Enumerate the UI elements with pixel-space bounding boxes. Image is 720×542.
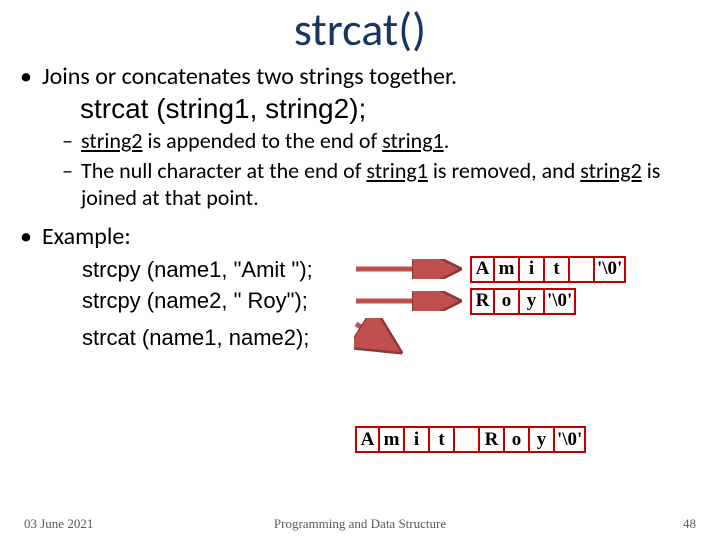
footer-date: 03 June 2021 xyxy=(24,516,93,532)
mem-cell: m xyxy=(495,256,520,283)
example-label: Example: xyxy=(42,222,131,251)
mem-cell: '\0' xyxy=(545,288,576,315)
code-line-3: strcat (name1, name2); xyxy=(82,323,354,353)
code-line-1: strcpy (name1, "Amit "); xyxy=(82,255,354,285)
dash-icon: – xyxy=(62,127,73,155)
memory-row-3: A m i t R o y '\0' xyxy=(355,426,586,453)
mem-cell: R xyxy=(480,426,505,453)
dash-icon: – xyxy=(62,157,73,185)
mem-cell: i xyxy=(520,256,545,283)
syntax-line: strcat (string1, string2); xyxy=(80,93,700,125)
bullet-dot-icon: • xyxy=(20,222,32,251)
example-block: strcpy (name1, "Amit "); A m i t '\0' st… xyxy=(82,255,700,358)
underline-term: string2 xyxy=(81,127,143,154)
mem-cell: R xyxy=(470,288,495,315)
mem-cell: A xyxy=(355,426,380,453)
example-bullet: • Example: xyxy=(20,222,700,251)
mem-cell: y xyxy=(520,288,545,315)
mem-cell: o xyxy=(495,288,520,315)
page-title: strcat() xyxy=(0,2,720,58)
sub-bullet-2-text: The null character at the end of string1… xyxy=(81,157,700,212)
mem-cell: '\0' xyxy=(595,256,626,283)
underline-term: string2 xyxy=(580,157,642,184)
mem-cell: t xyxy=(545,256,570,283)
mem-cell: '\0' xyxy=(555,426,586,453)
sub-bullet-1: – string2 is appended to the end of stri… xyxy=(62,127,700,155)
code-line-2: strcpy (name2, " Roy"); xyxy=(82,286,354,316)
arrow-icon xyxy=(354,259,464,279)
underline-term: string1 xyxy=(382,127,444,154)
footer-course: Programming and Data Structure xyxy=(274,516,446,532)
bullet-dot-icon: • xyxy=(20,62,32,91)
main-bullet-text: Joins or concatenates two strings togeth… xyxy=(42,62,457,91)
memory-row-2: R o y '\0' xyxy=(470,288,576,315)
main-bullet: • Joins or concatenates two strings toge… xyxy=(20,62,700,91)
memory-row-1: A m i t '\0' xyxy=(470,256,626,283)
mem-cell xyxy=(455,426,480,453)
mem-cell: t xyxy=(430,426,455,453)
sub-bullet-1-text: string2 is appended to the end of string… xyxy=(81,127,449,155)
underline-term: string1 xyxy=(366,157,428,184)
arrow-icon xyxy=(354,291,464,311)
footer: 03 June 2021 Programming and Data Struct… xyxy=(0,516,720,532)
mem-cell: y xyxy=(530,426,555,453)
mem-cell: i xyxy=(405,426,430,453)
sub-bullet-2: – The null character at the end of strin… xyxy=(62,157,700,212)
mem-cell: A xyxy=(470,256,495,283)
footer-page: 48 xyxy=(683,516,696,532)
mem-cell: o xyxy=(505,426,530,453)
mem-cell xyxy=(570,256,595,283)
mem-cell: m xyxy=(380,426,405,453)
arrow-icon xyxy=(354,318,404,358)
